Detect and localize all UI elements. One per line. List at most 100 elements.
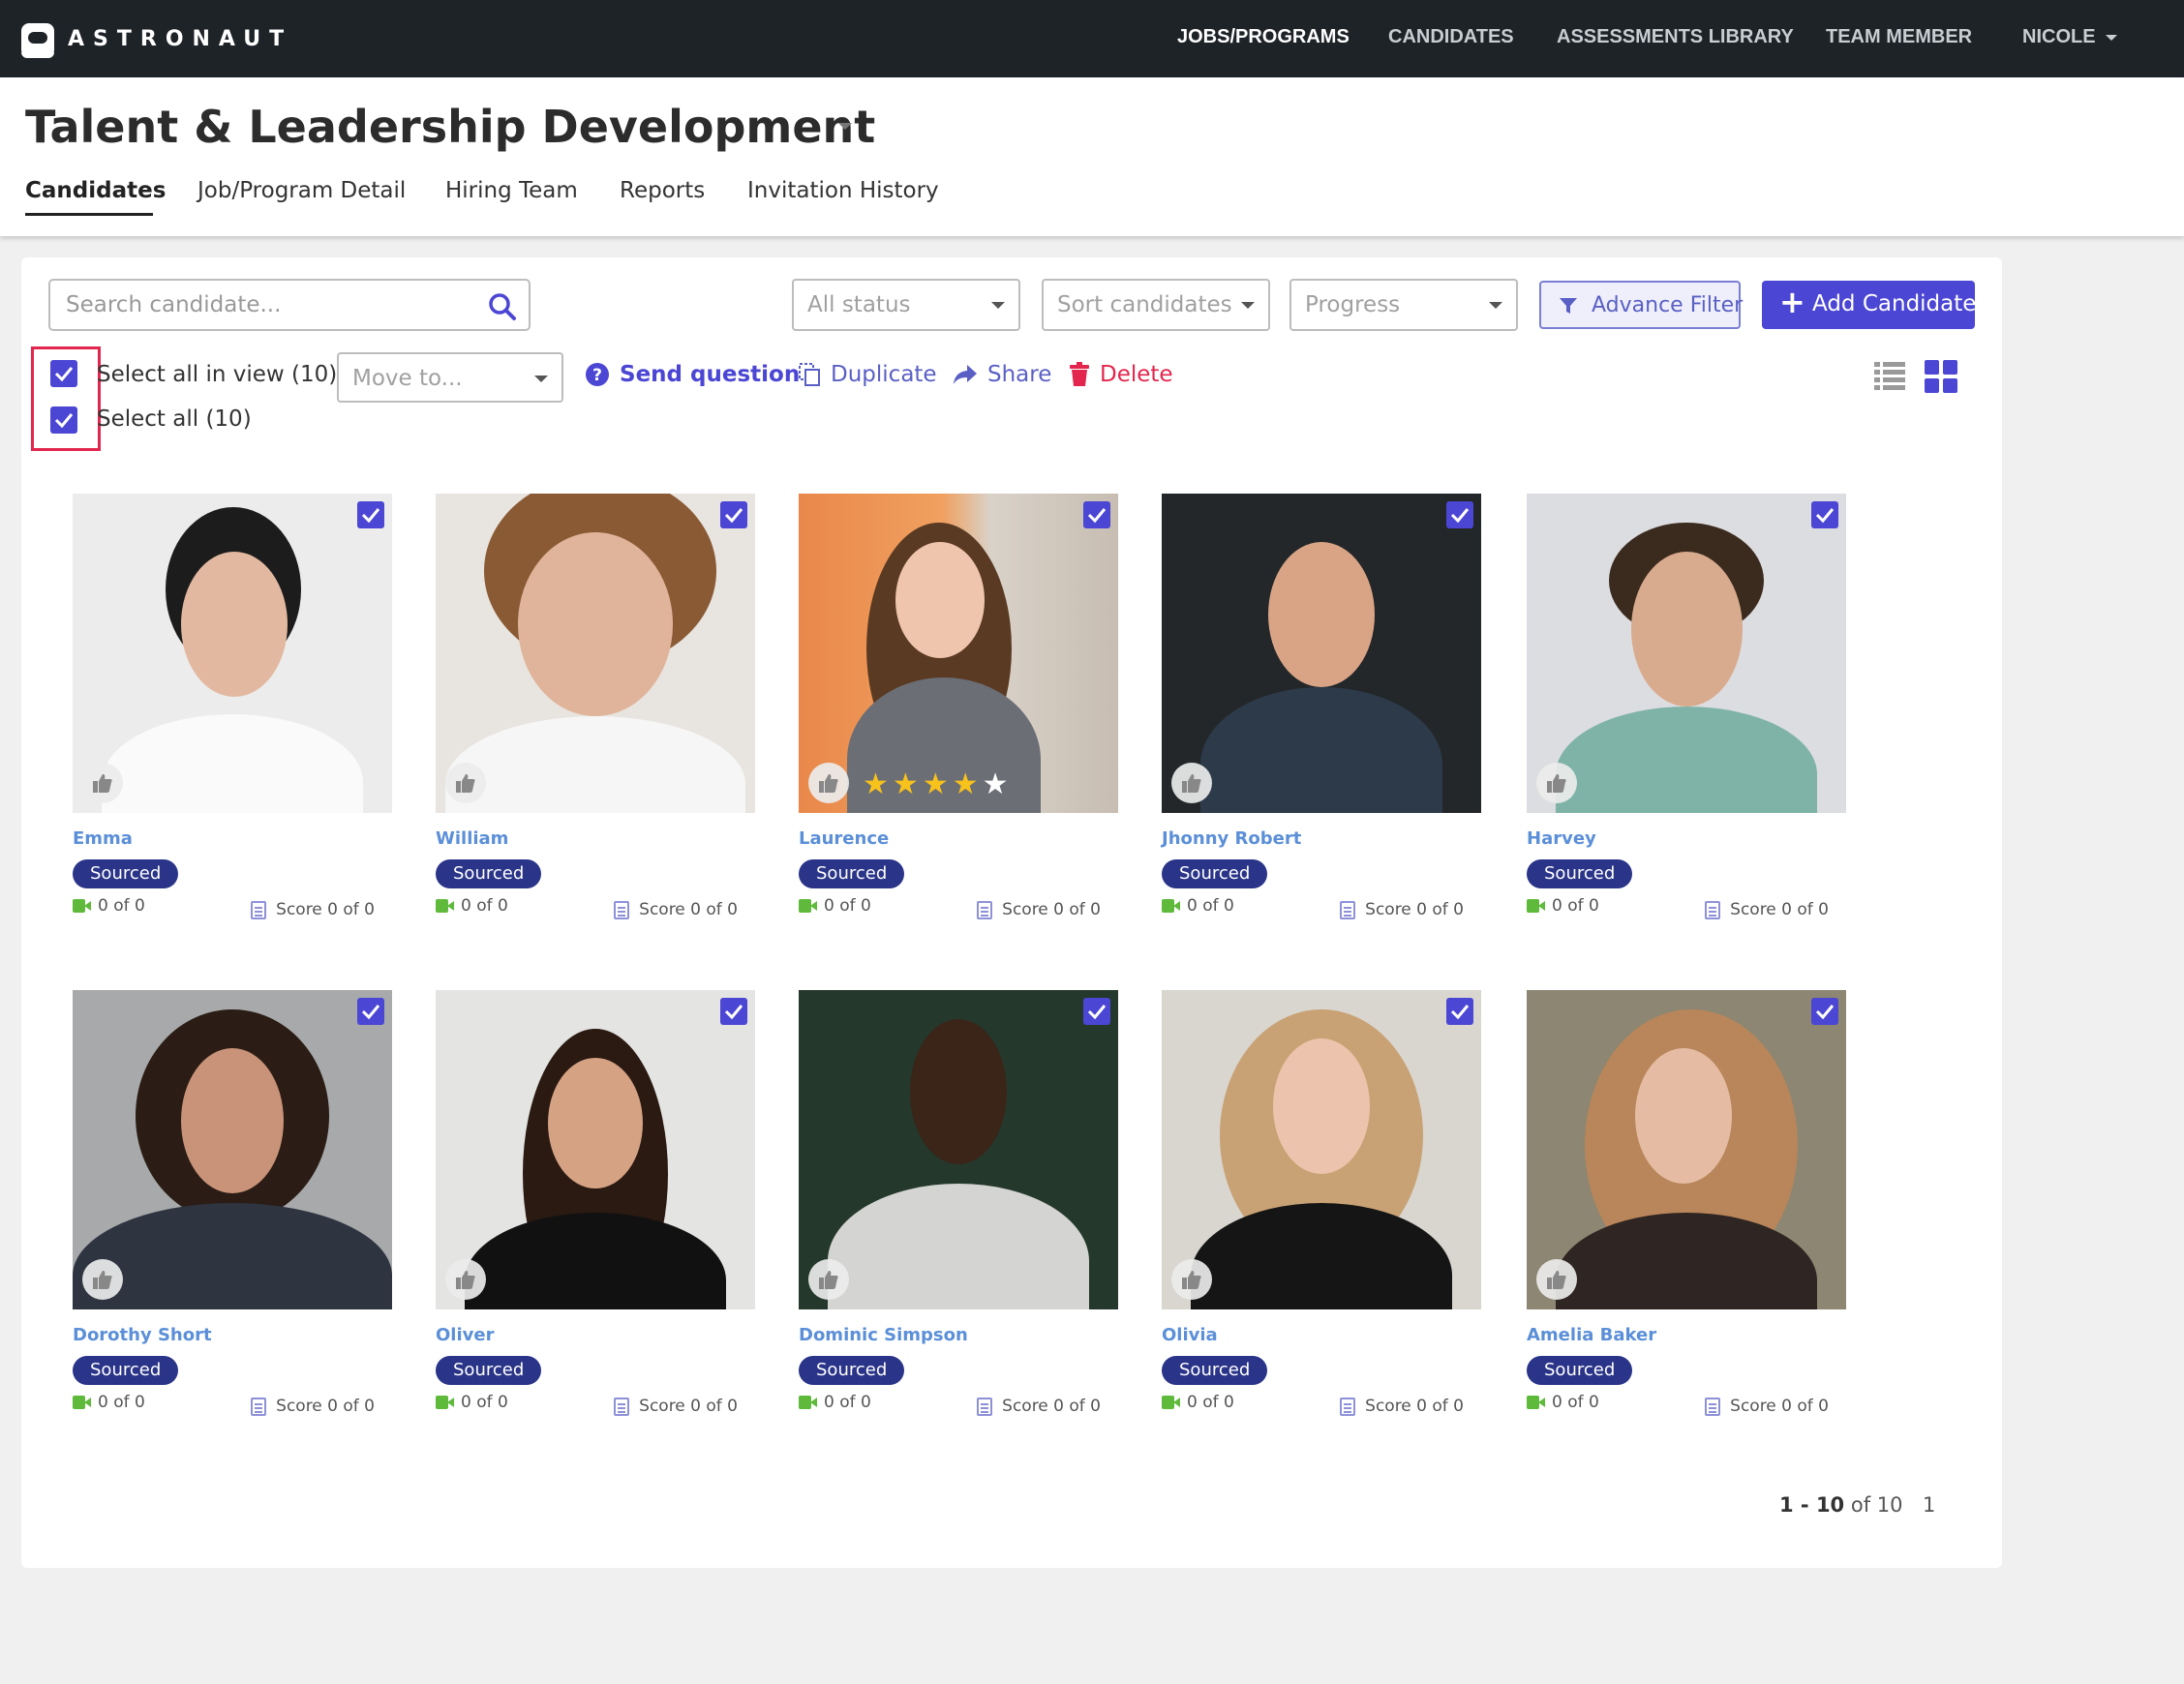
thumbs-up-button[interactable] [1536, 1259, 1577, 1300]
candidate-photo[interactable] [73, 494, 392, 813]
candidate-card[interactable]: Jhonny Robert Sourced 0 of 0 Score 0 of … [1162, 494, 1481, 939]
candidate-name[interactable]: Dominic Simpson [799, 1325, 968, 1345]
grid-view-icon[interactable] [1925, 360, 1957, 393]
video-count-value: 0 of 0 [461, 896, 508, 916]
search-icon[interactable] [488, 292, 517, 321]
advance-filter-button[interactable]: Advance Filter [1539, 281, 1743, 329]
candidate-card[interactable]: Olivia Sourced 0 of 0 Score 0 of 0 [1162, 990, 1481, 1435]
star-icon[interactable]: ★ [893, 770, 919, 799]
candidate-photo[interactable] [1162, 494, 1481, 813]
candidate-checkbox[interactable] [1811, 501, 1838, 528]
candidate-photo[interactable] [73, 990, 392, 1309]
status-badge: Sourced [799, 859, 905, 888]
candidate-name[interactable]: William [436, 828, 508, 849]
candidate-name[interactable]: Emma [73, 828, 133, 849]
candidate-checkbox[interactable] [357, 998, 384, 1025]
candidate-checkbox[interactable] [720, 501, 747, 528]
page-number[interactable]: 1 [1923, 1493, 1935, 1517]
candidate-checkbox[interactable] [1446, 998, 1473, 1025]
candidate-card[interactable]: Oliver Sourced 0 of 0 Score 0 of 0 [436, 990, 755, 1435]
candidate-card[interactable]: Dominic Simpson Sourced 0 of 0 Score 0 o… [799, 990, 1118, 1435]
thumbs-up-button[interactable] [445, 1259, 486, 1300]
video-count: 0 of 0 [1527, 896, 1599, 916]
progress-select[interactable]: Progress [1289, 279, 1518, 331]
candidate-name[interactable]: Harvey [1527, 828, 1596, 849]
thumbs-up-button[interactable] [808, 763, 849, 803]
candidate-checkbox[interactable] [1083, 501, 1110, 528]
select-all-label[interactable]: Select all (10) [97, 406, 252, 432]
candidate-card[interactable]: Harvey Sourced 0 of 0 Score 0 of 0 [1527, 494, 1846, 939]
title-dropdown-icon[interactable] [838, 123, 852, 130]
candidate-card[interactable]: ★ ★ ★ ★ ★ Laurence Sourced 0 of 0 Score 0 of… [799, 494, 1118, 939]
tab-invitation-history[interactable]: Invitation History [747, 178, 939, 203]
candidate-checkbox[interactable] [357, 501, 384, 528]
nav-assessments-library[interactable]: ASSESSMENTS LIBRARY [1557, 26, 1794, 48]
thumbs-up-button[interactable] [82, 763, 123, 803]
top-navbar: ASTRONAUT JOBS/PROGRAMS CANDIDATES ASSES… [0, 0, 2184, 77]
candidate-photo[interactable] [1527, 494, 1846, 813]
thumbs-up-button[interactable] [1171, 1259, 1212, 1300]
candidate-checkbox[interactable] [1083, 998, 1110, 1025]
move-to-value: Move to... [352, 366, 463, 391]
candidate-photo[interactable]: ★ ★ ★ ★ ★ [799, 494, 1118, 813]
candidate-name[interactable]: Oliver [436, 1325, 494, 1345]
candidate-name[interactable]: Amelia Baker [1527, 1325, 1656, 1345]
select-in-view-label[interactable]: Select all in view (10) [97, 362, 337, 387]
star-icon[interactable]: ★ [983, 770, 1009, 799]
share-button[interactable]: Share [953, 362, 1051, 387]
candidate-name[interactable]: Olivia [1162, 1325, 1218, 1345]
candidate-name[interactable]: Jhonny Robert [1162, 828, 1301, 849]
nav-team-member[interactable]: TEAM MEMBER [1826, 26, 1972, 48]
tab-job-program-detail[interactable]: Job/Program Detail [197, 178, 406, 203]
select-all-checkbox[interactable] [50, 406, 77, 434]
candidate-card[interactable]: William Sourced 0 of 0 Score 0 of 0 [436, 494, 755, 939]
candidate-photo[interactable] [799, 990, 1118, 1309]
thumbs-up-button[interactable] [1536, 763, 1577, 803]
thumbs-up-button[interactable] [1171, 763, 1212, 803]
thumbs-up-icon [1547, 1271, 1566, 1289]
tab-hiring-team[interactable]: Hiring Team [445, 178, 578, 203]
star-icon[interactable]: ★ [923, 770, 949, 799]
video-count-value: 0 of 0 [1187, 896, 1234, 916]
check-icon [361, 1005, 380, 1020]
search-input[interactable] [66, 290, 472, 319]
candidate-checkbox[interactable] [720, 998, 747, 1025]
candidate-card[interactable]: Emma Sourced 0 of 0 Score 0 of 0 [73, 494, 392, 939]
star-icon[interactable]: ★ [953, 770, 979, 799]
duplicate-button[interactable]: Duplicate [798, 362, 937, 387]
thumbs-up-button[interactable] [445, 763, 486, 803]
move-to-select[interactable]: Move to... [337, 352, 563, 403]
add-candidate-button[interactable]: + Add Candidate [1762, 281, 1976, 329]
candidate-checkbox[interactable] [1446, 501, 1473, 528]
candidate-checkbox[interactable] [1811, 998, 1838, 1025]
candidate-name[interactable]: Dorothy Short [73, 1325, 212, 1345]
candidate-photo[interactable] [436, 990, 755, 1309]
candidate-photo[interactable] [436, 494, 755, 813]
candidate-photo[interactable] [1527, 990, 1846, 1309]
document-icon [614, 1397, 630, 1416]
candidate-card[interactable]: Dorothy Short Sourced 0 of 0 Score 0 of … [73, 990, 392, 1435]
sort-select[interactable]: Sort candidates [1042, 279, 1270, 331]
select-in-view-checkbox[interactable] [50, 360, 77, 387]
thumbs-up-button[interactable] [82, 1259, 123, 1300]
document-icon [1705, 1397, 1721, 1416]
thumbs-up-button[interactable] [808, 1259, 849, 1300]
tab-reports[interactable]: Reports [620, 178, 705, 203]
delete-button[interactable]: Delete [1069, 362, 1173, 387]
video-count-value: 0 of 0 [824, 896, 871, 916]
tab-candidates[interactable]: Candidates [25, 178, 166, 203]
star-icon[interactable]: ★ [863, 770, 889, 799]
nav-jobs-programs[interactable]: JOBS/PROGRAMS [1177, 26, 1350, 48]
status-badge: Sourced [73, 1356, 179, 1385]
status-badge: Sourced [1162, 859, 1268, 888]
status-badge: Sourced [1162, 1356, 1268, 1385]
user-menu[interactable]: NICOLE [2022, 26, 2117, 48]
send-question-button[interactable]: ? Send question [585, 362, 800, 387]
status-select[interactable]: All status [792, 279, 1020, 331]
list-view-icon[interactable] [1874, 360, 1905, 391]
candidate-name[interactable]: Laurence [799, 828, 889, 849]
candidate-photo[interactable] [1162, 990, 1481, 1309]
candidate-card[interactable]: Amelia Baker Sourced 0 of 0 Score 0 of 0 [1527, 990, 1846, 1435]
star-rating[interactable]: ★ ★ ★ ★ ★ [863, 770, 1009, 799]
nav-candidates[interactable]: CANDIDATES [1388, 26, 1514, 48]
